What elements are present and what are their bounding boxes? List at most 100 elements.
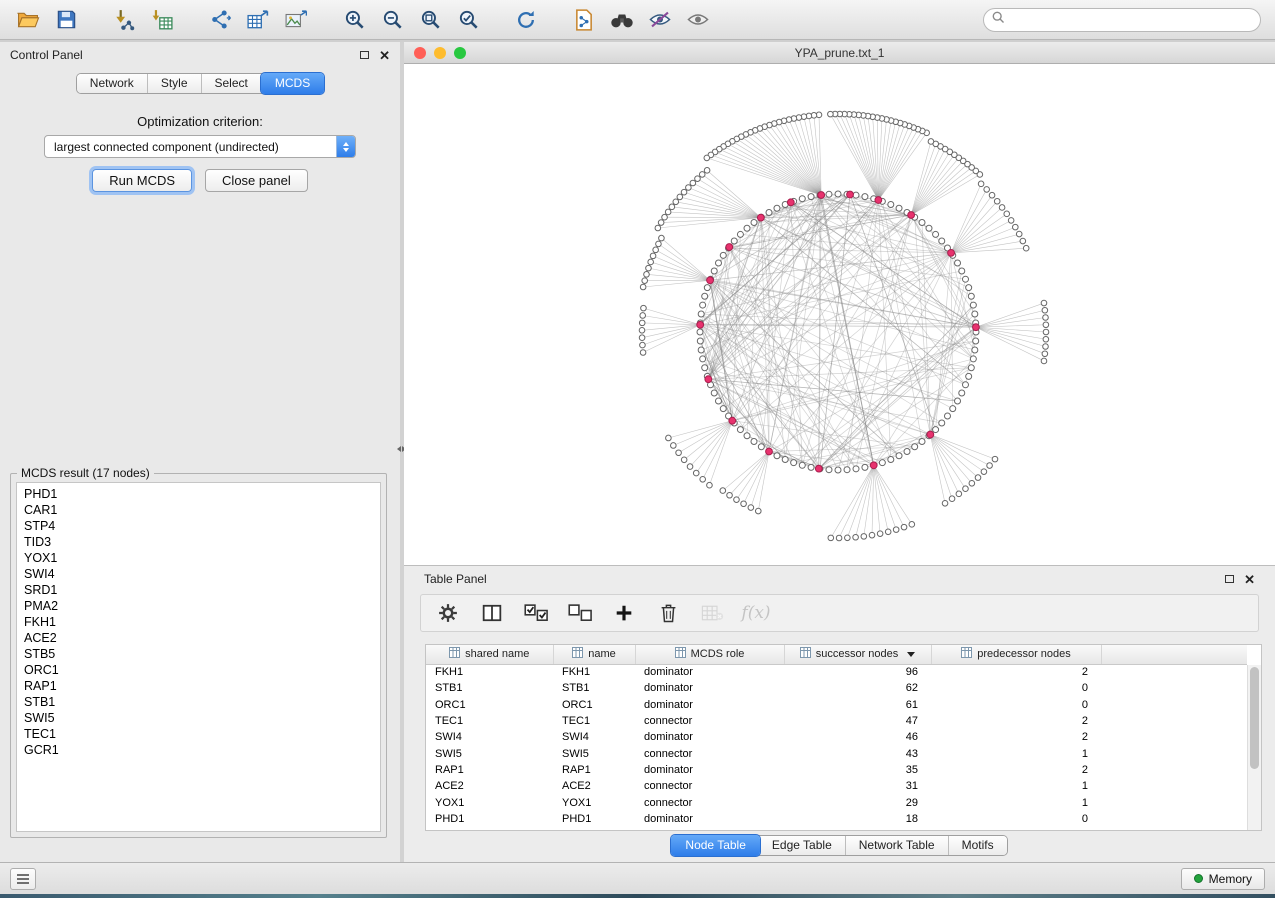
table-row[interactable]: ACE2ACE2connector311 [426,778,1247,794]
cell-mcds-role[interactable]: dominator [635,680,784,696]
cell-shared-name[interactable]: ORC1 [426,697,553,713]
cell-successor-nodes[interactable]: 62 [784,680,931,696]
import-network-icon[interactable] [110,6,138,34]
select-all-icon[interactable] [523,600,549,626]
deselect-all-icon[interactable] [567,600,593,626]
tab-network[interactable]: Network [77,74,148,93]
cell-mcds-role[interactable]: dominator [635,811,784,827]
search-input[interactable] [1010,13,1252,27]
show-hidden-icon[interactable] [684,6,712,34]
mcds-result-item[interactable]: SRD1 [17,582,380,598]
open-file-icon[interactable] [14,6,42,34]
cell-predecessor-nodes[interactable]: 2 [931,762,1101,778]
cell-name[interactable]: TEC1 [553,713,635,729]
cell-successor-nodes[interactable]: 35 [784,762,931,778]
mcds-result-item[interactable]: RAP1 [17,678,380,694]
tab-network-table[interactable]: Network Table [846,836,949,855]
cell-name[interactable]: STB1 [553,680,635,696]
cell-successor-nodes[interactable]: 29 [784,794,931,810]
cell-shared-name[interactable]: TEC1 [426,713,553,729]
search-box[interactable] [983,8,1261,32]
cell-predecessor-nodes[interactable]: 1 [931,745,1101,761]
cell-successor-nodes[interactable]: 61 [784,697,931,713]
tab-node-table[interactable]: Node Table [671,835,760,856]
mcds-result-list[interactable]: PHD1CAR1STP4TID3YOX1SWI4SRD1PMA2FKH1ACE2… [16,482,381,832]
table-options-gear-icon[interactable] [435,600,461,626]
optimization-select[interactable]: largest connected component (undirected) [44,135,356,158]
table-row[interactable]: YOX1YOX1connector291 [426,794,1247,810]
mcds-result-item[interactable]: GCR1 [17,742,380,758]
mcds-result-item[interactable]: TEC1 [17,726,380,742]
export-network-icon[interactable] [206,6,234,34]
hide-selected-icon[interactable] [646,6,674,34]
cell-shared-name[interactable]: FKH1 [426,664,553,680]
cell-name[interactable]: YOX1 [553,794,635,810]
memory-button[interactable]: Memory [1181,868,1265,890]
tab-style[interactable]: Style [148,74,202,93]
save-icon[interactable] [52,6,80,34]
cell-predecessor-nodes[interactable]: 1 [931,794,1101,810]
cell-shared-name[interactable]: RAP1 [426,762,553,778]
zoom-fit-icon[interactable] [416,6,444,34]
cell-name[interactable]: SWI5 [553,745,635,761]
cell-mcds-role[interactable]: connector [635,713,784,729]
cell-name[interactable]: ORC1 [553,697,635,713]
tab-edge-table[interactable]: Edge Table [759,836,846,855]
table-row[interactable]: SWI4SWI4dominator462 [426,729,1247,745]
close-window-traffic-light[interactable] [414,47,426,59]
table-row[interactable]: PHD1PHD1dominator180 [426,811,1247,827]
cell-predecessor-nodes[interactable]: 1 [931,778,1101,794]
cell-successor-nodes[interactable]: 43 [784,745,931,761]
export-table-icon[interactable] [244,6,272,34]
close-table-panel-icon[interactable]: ✕ [1244,573,1255,586]
table-scrollbar[interactable] [1247,665,1261,830]
cell-shared-name[interactable]: PHD1 [426,811,553,827]
delete-column-icon[interactable] [655,600,681,626]
mcds-result-item[interactable]: YOX1 [17,550,380,566]
cell-successor-nodes[interactable]: 46 [784,729,931,745]
scrollbar-thumb[interactable] [1250,667,1259,769]
run-mcds-button[interactable]: Run MCDS [92,169,192,192]
network-canvas[interactable] [404,64,1275,565]
cell-mcds-role[interactable]: dominator [635,664,784,680]
cell-successor-nodes[interactable]: 31 [784,778,931,794]
cell-name[interactable]: RAP1 [553,762,635,778]
cell-shared-name[interactable]: STB1 [426,680,553,696]
tab-select[interactable]: Select [202,74,262,93]
table-row[interactable]: STB1STB1dominator620 [426,680,1247,696]
cell-mcds-role[interactable]: dominator [635,762,784,778]
zoom-in-icon[interactable] [340,6,368,34]
cell-predecessor-nodes[interactable]: 2 [931,664,1101,680]
cell-predecessor-nodes[interactable]: 0 [931,680,1101,696]
cell-name[interactable]: SWI4 [553,729,635,745]
add-column-icon[interactable] [611,600,637,626]
close-panel-button[interactable]: Close panel [205,169,308,192]
tab-motifs[interactable]: Motifs [949,836,1007,855]
cell-name[interactable]: PHD1 [553,811,635,827]
cell-name[interactable]: ACE2 [553,778,635,794]
table-row[interactable]: SWI5SWI5connector431 [426,745,1247,761]
export-image-icon[interactable] [282,6,310,34]
column-header-predecessor-nodes[interactable]: predecessor nodes [931,645,1101,664]
zoom-selected-icon[interactable] [454,6,482,34]
mcds-result-item[interactable]: ACE2 [17,630,380,646]
cell-mcds-role[interactable]: dominator [635,697,784,713]
tab-mcds[interactable]: MCDS [261,73,324,94]
network-ring-nodes[interactable] [697,191,979,473]
cell-mcds-role[interactable]: dominator [635,729,784,745]
close-panel-icon[interactable]: ✕ [379,49,390,62]
cell-predecessor-nodes[interactable]: 0 [931,811,1101,827]
cell-mcds-role[interactable]: connector [635,778,784,794]
column-header-successor-nodes[interactable]: successor nodes [784,645,931,664]
task-history-button[interactable] [10,868,36,890]
column-header-MCDS-role[interactable]: MCDS role [635,645,784,664]
cell-shared-name[interactable]: ACE2 [426,778,553,794]
network-graph[interactable] [404,64,1275,565]
cell-predecessor-nodes[interactable]: 0 [931,697,1101,713]
mcds-result-item[interactable]: SWI4 [17,566,380,582]
cell-shared-name[interactable]: SWI4 [426,729,553,745]
cell-shared-name[interactable]: SWI5 [426,745,553,761]
search-network-icon[interactable] [608,6,636,34]
cell-mcds-role[interactable]: connector [635,794,784,810]
cell-shared-name[interactable]: YOX1 [426,794,553,810]
